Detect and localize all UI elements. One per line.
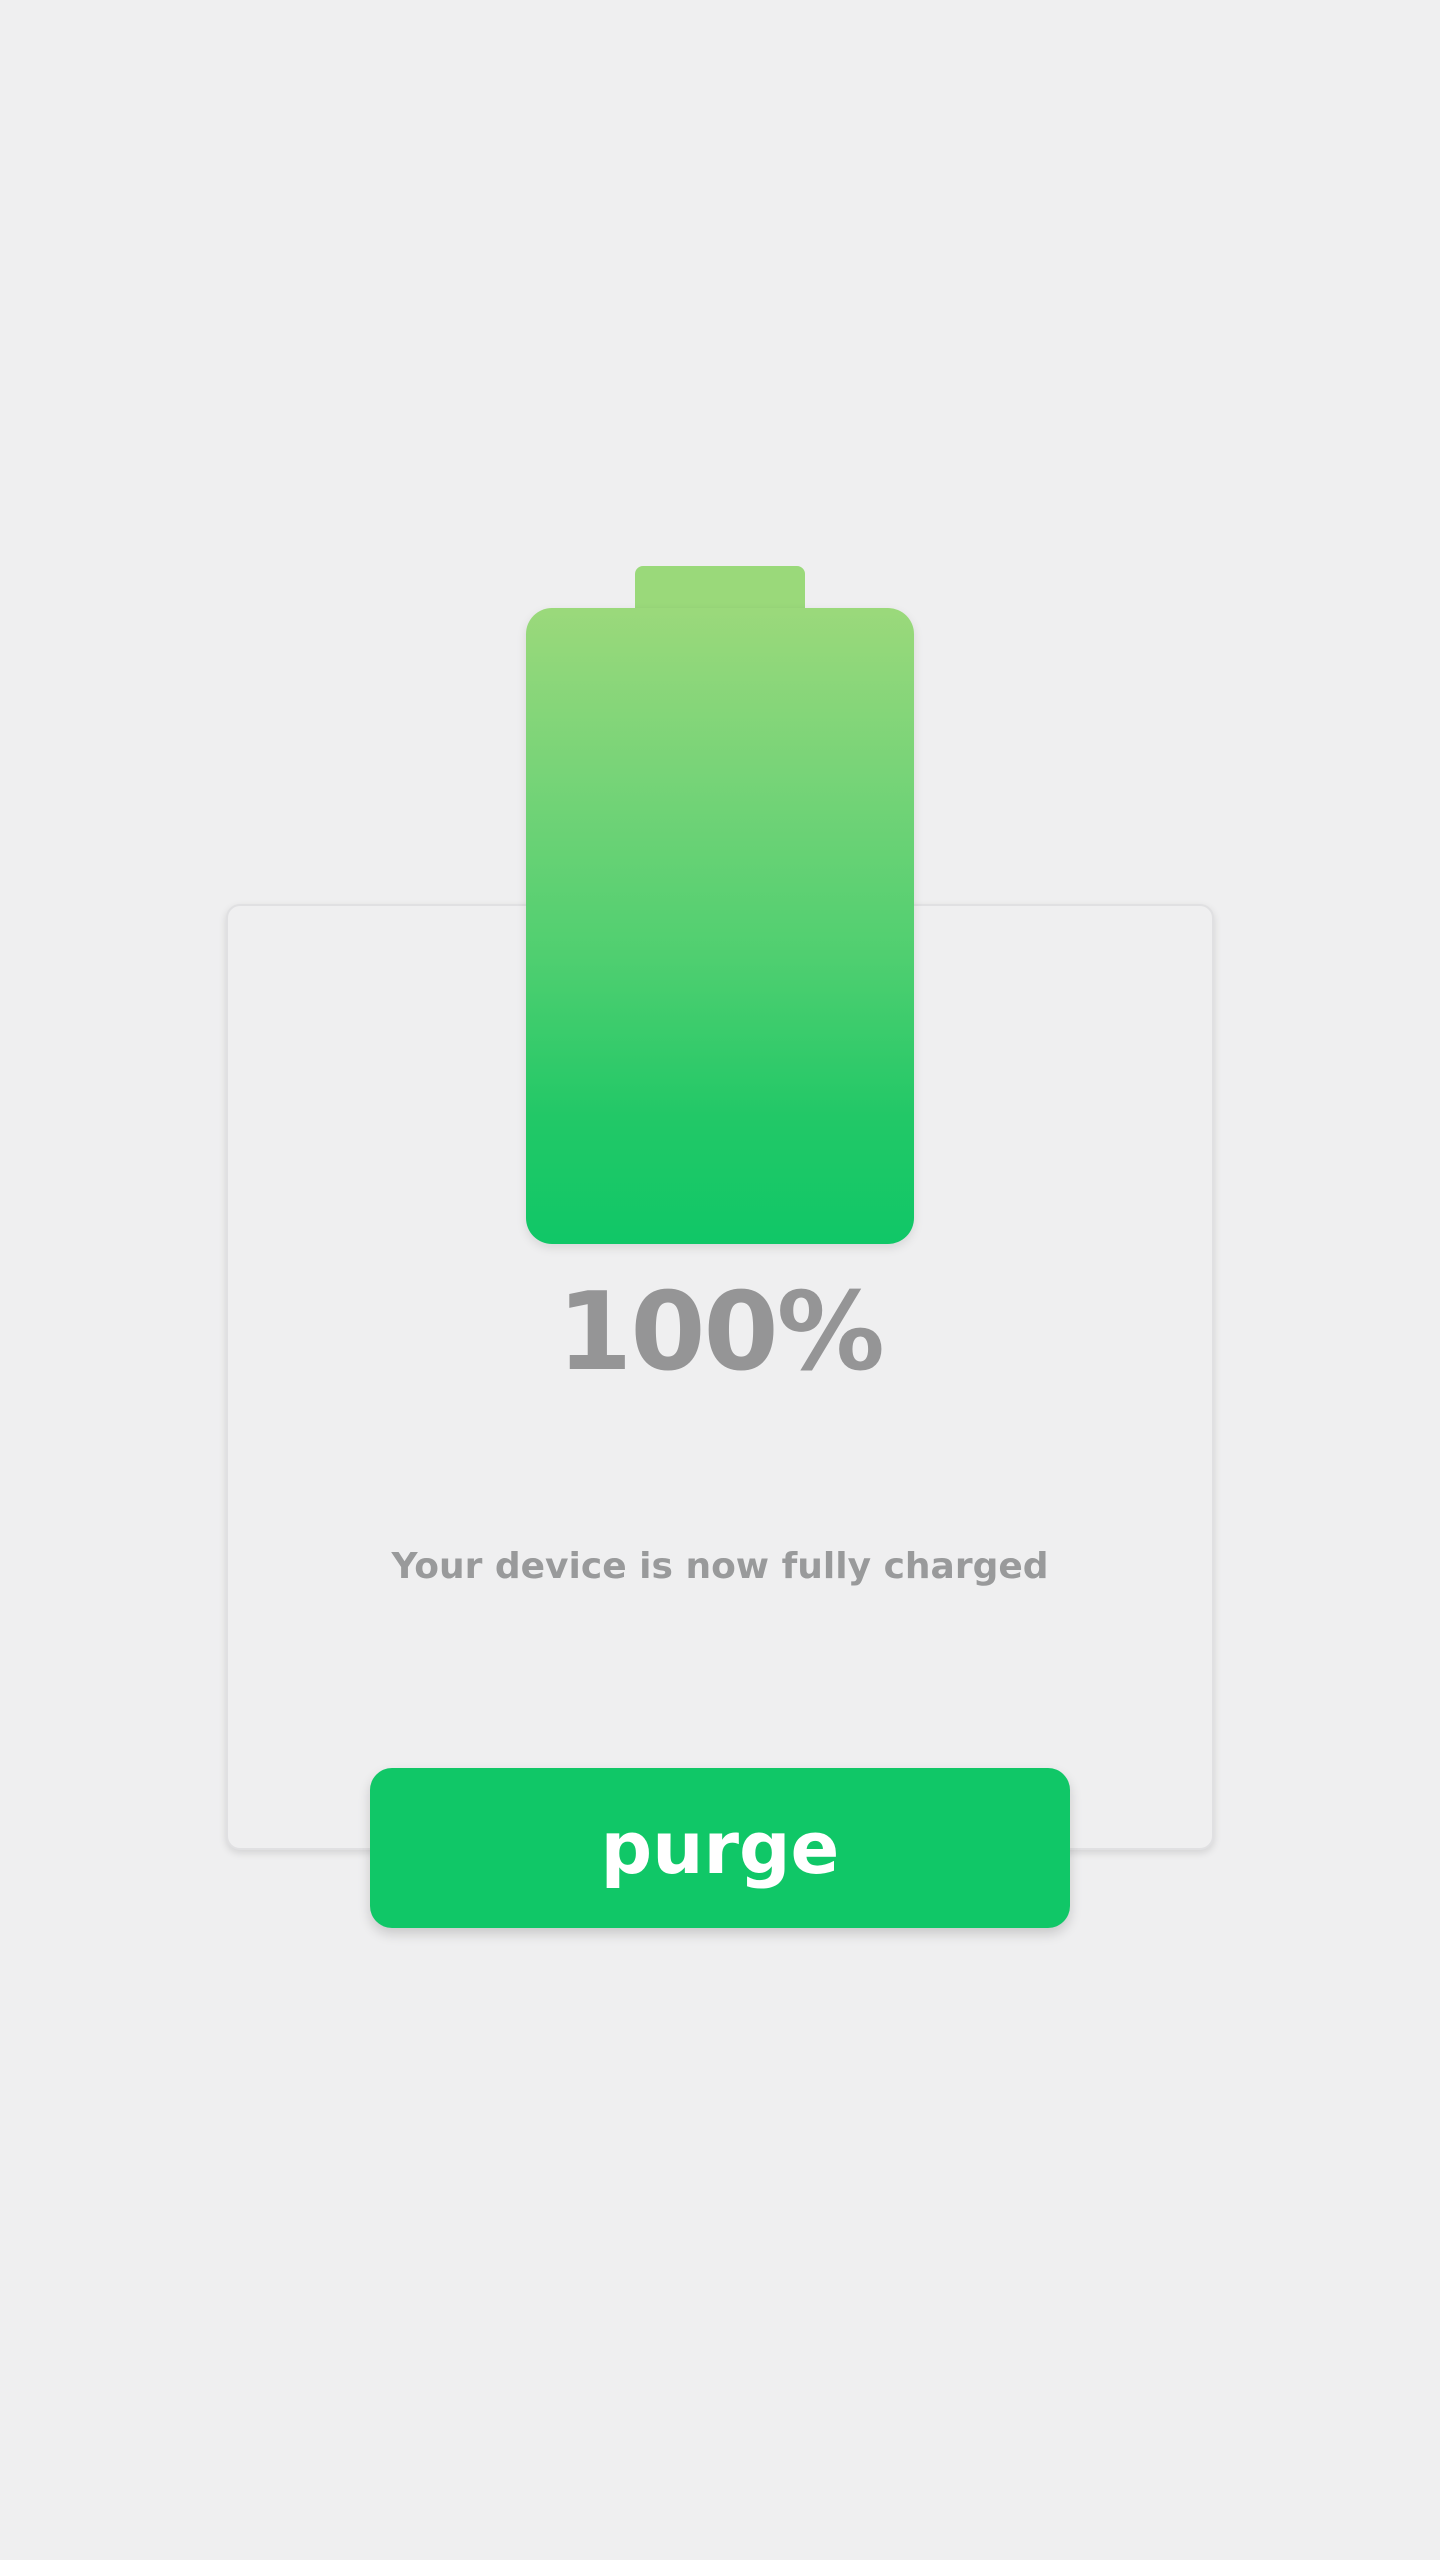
battery-level-fill bbox=[526, 608, 914, 1244]
battery-body bbox=[526, 608, 914, 1244]
purge-button[interactable]: purge bbox=[370, 1768, 1070, 1928]
battery-percent: 100% bbox=[557, 1270, 885, 1395]
battery-icon bbox=[526, 566, 914, 1246]
charge-status-message: Your device is now fully charged bbox=[391, 1546, 1049, 1587]
charge-screen: 100% Your device is now fully charged pu… bbox=[0, 0, 1440, 2560]
